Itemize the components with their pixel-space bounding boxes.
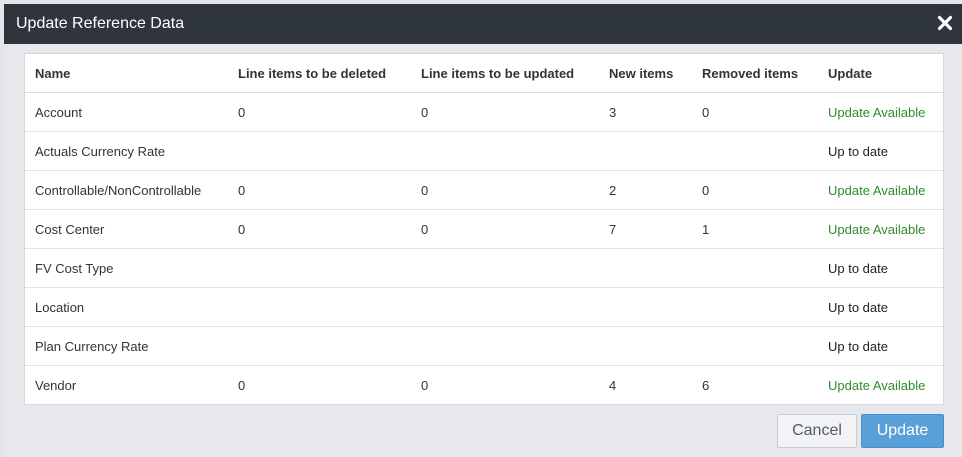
table-row: Actuals Currency Rate Up to date: [25, 131, 943, 171]
cell-updated: 0: [411, 209, 599, 249]
cell-new-items: [599, 248, 692, 288]
cell-updated: 0: [411, 365, 599, 404]
cell-new-items: [599, 131, 692, 171]
cell-new-items: 3: [609, 104, 617, 120]
cell-deleted: [228, 131, 411, 171]
cell-removed-items: [692, 326, 818, 366]
cell-deleted: [228, 248, 411, 288]
cell-deleted: 0: [238, 104, 246, 120]
column-header-update: Update: [818, 54, 943, 93]
cell-name: Location: [25, 287, 228, 327]
cell-new-items: 7: [599, 209, 692, 249]
column-header-deleted: Line items to be deleted: [228, 54, 411, 93]
cell-update-status: Up to date: [818, 287, 943, 327]
cell-new-items: 4: [599, 365, 692, 404]
cell-new-items: [599, 326, 692, 366]
cell-deleted: [228, 326, 411, 366]
cell-name: Plan Currency Rate: [25, 326, 228, 366]
column-header-removed-items: Removed items: [692, 54, 818, 93]
cell-removed-items: [692, 287, 818, 327]
cell-update-status: Up to date: [818, 131, 943, 171]
cell-updated: 0: [411, 170, 599, 210]
table-row: Plan Currency Rate Up to date: [25, 326, 943, 366]
update-reference-data-dialog: Update Reference Data Name Line items to…: [4, 4, 962, 457]
cell-updated: 0: [421, 104, 429, 120]
cell-removed-items: 0: [702, 104, 710, 120]
cell-updated: [411, 131, 599, 171]
cell-new-items: 2: [599, 170, 692, 210]
cell-name: Account: [35, 104, 82, 120]
cell-name: FV Cost Type: [25, 248, 228, 288]
cell-deleted: 0: [228, 209, 411, 249]
table-body: Account 0 0 3 0 Update Available Actuals Curre…: [25, 93, 943, 404]
cell-updated: [411, 287, 599, 327]
close-icon[interactable]: [936, 14, 954, 32]
cell-update-status[interactable]: Update Available: [818, 170, 943, 210]
cell-update-status[interactable]: Update Available: [818, 365, 943, 404]
column-header-new-items: New items: [599, 54, 692, 93]
cell-name: Cost Center: [25, 209, 228, 249]
table-row: Location Up to date: [25, 287, 943, 327]
cell-removed-items: [692, 131, 818, 171]
table-row: FV Cost Type Up to date: [25, 248, 943, 288]
cell-update-status: Up to date: [818, 326, 943, 366]
table-row: Account 0 0 3 0 Update Available: [25, 93, 943, 132]
cell-name: Actuals Currency Rate: [25, 131, 228, 171]
cell-updated: [411, 326, 599, 366]
table-row: Vendor 0 0 4 6 Update Available: [25, 365, 943, 404]
cell-name: Controllable/NonControllable: [25, 170, 228, 210]
cell-deleted: 0: [228, 170, 411, 210]
cell-name: Vendor: [25, 365, 228, 404]
cell-removed-items: [692, 248, 818, 288]
cell-update-status: Up to date: [818, 248, 943, 288]
cell-update-status[interactable]: Update Available: [818, 209, 943, 249]
table-header-row: Name Line items to be deleted Line items…: [25, 54, 943, 93]
column-header-updated: Line items to be updated: [411, 54, 599, 93]
table-row: Cost Center 0 0 7 1 Update Available: [25, 209, 943, 249]
cell-removed-items: 1: [692, 209, 818, 249]
table-row: Controllable/NonControllable 0 0 2 0 Update A…: [25, 170, 943, 210]
cell-updated: [411, 248, 599, 288]
cell-deleted: 0: [228, 365, 411, 404]
dialog-header: Update Reference Data: [4, 4, 962, 44]
cell-update-status[interactable]: Update Available: [818, 93, 943, 132]
cell-new-items: [599, 287, 692, 327]
cell-deleted: [228, 287, 411, 327]
dialog-title: Update Reference Data: [16, 15, 185, 32]
reference-data-table-container: Name Line items to be deleted Line items…: [24, 53, 944, 405]
cell-removed-items: 0: [692, 170, 818, 210]
cell-removed-items: 6: [692, 365, 818, 404]
column-header-name: Name: [25, 54, 228, 93]
cancel-button[interactable]: Cancel: [777, 414, 857, 448]
reference-data-table: Name Line items to be deleted Line items…: [25, 54, 943, 404]
update-button[interactable]: Update: [861, 414, 944, 448]
